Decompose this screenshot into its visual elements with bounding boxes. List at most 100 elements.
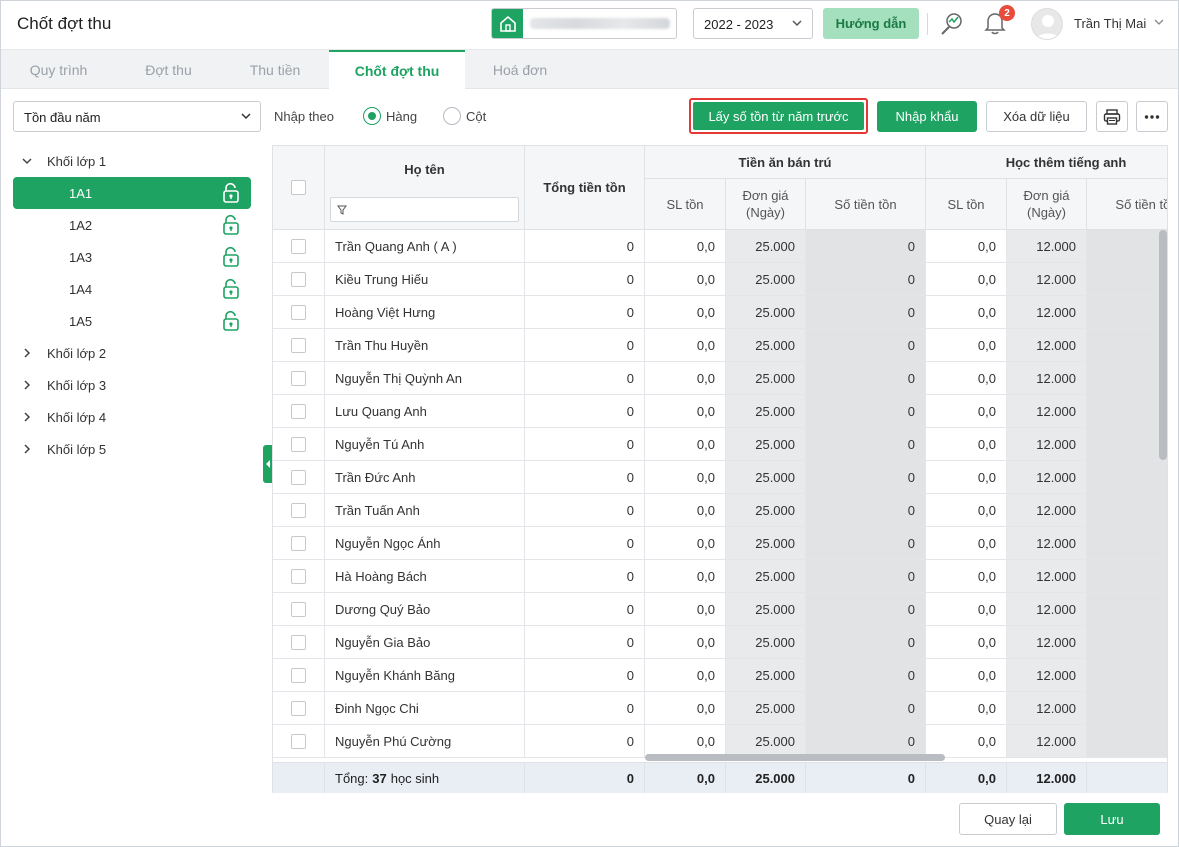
horizontal-scrollbar[interactable] [645, 754, 945, 761]
meal-price-cell: 25.000 [726, 560, 806, 592]
unlock-icon[interactable] [221, 278, 241, 303]
row-checkbox[interactable] [291, 271, 306, 287]
tree-group-grade-4[interactable]: Khối lớp 4 [13, 401, 251, 433]
avatar[interactable] [1031, 8, 1063, 40]
chevron-down-icon[interactable] [17, 155, 37, 167]
chevron-down-icon[interactable] [1153, 16, 1165, 31]
row-checkbox[interactable] [291, 601, 306, 617]
clear-data-button[interactable]: Xóa dữ liệu [986, 101, 1087, 132]
english-qty-cell[interactable]: 0,0 [926, 593, 1007, 625]
english-qty-cell[interactable]: 0,0 [926, 461, 1007, 493]
meal-qty-cell[interactable]: 0,0 [645, 725, 726, 757]
mode-column-label[interactable]: Cột [466, 109, 486, 124]
english-qty-cell[interactable]: 0,0 [926, 527, 1007, 559]
row-checkbox[interactable] [291, 700, 306, 716]
meal-price-cell: 25.000 [726, 263, 806, 295]
row-checkbox[interactable] [291, 436, 306, 452]
english-qty-cell[interactable]: 0,0 [926, 362, 1007, 394]
english-qty-cell[interactable]: 0,0 [926, 395, 1007, 427]
row-checkbox[interactable] [291, 469, 306, 485]
meal-qty-cell[interactable]: 0,0 [645, 626, 726, 658]
meal-qty-cell[interactable]: 0,0 [645, 593, 726, 625]
chevron-right-icon[interactable] [17, 379, 37, 391]
english-qty-cell[interactable]: 0,0 [926, 494, 1007, 526]
mode-column-radio[interactable] [443, 107, 461, 125]
row-checkbox[interactable] [291, 667, 306, 683]
unlock-icon[interactable] [221, 214, 241, 239]
back-button[interactable]: Quay lại [959, 803, 1057, 835]
mode-row-label[interactable]: Hàng [386, 109, 417, 124]
tree-group-grade-3[interactable]: Khối lớp 3 [13, 369, 251, 401]
meal-qty-cell[interactable]: 0,0 [645, 263, 726, 295]
select-all-checkbox[interactable] [291, 180, 306, 195]
row-checkbox[interactable] [291, 403, 306, 419]
print-button[interactable] [1096, 101, 1128, 132]
chevron-right-icon[interactable] [17, 411, 37, 423]
row-checkbox[interactable] [291, 337, 306, 353]
tree-group-grade-5[interactable]: Khối lớp 5 [13, 433, 251, 465]
tree-class-1a4[interactable]: 1A4 [13, 273, 251, 305]
user-name[interactable]: Trần Thị Mai [1074, 16, 1146, 31]
english-qty-cell[interactable]: 0,0 [926, 428, 1007, 460]
table-row: Trần Thu Huyền 0 0,0 25.000 0 0,0 12.000 [273, 329, 1167, 362]
english-qty-cell[interactable]: 0,0 [926, 263, 1007, 295]
english-qty-cell[interactable]: 0,0 [926, 692, 1007, 724]
english-qty-cell[interactable]: 0,0 [926, 560, 1007, 592]
name-filter-input[interactable] [330, 197, 519, 222]
save-button[interactable]: Lưu [1064, 803, 1160, 835]
row-checkbox[interactable] [291, 733, 306, 749]
tree-class-1a2[interactable]: 1A2 [13, 209, 251, 241]
english-price-cell: 12.000 [1007, 362, 1087, 394]
meal-qty-cell[interactable]: 0,0 [645, 527, 726, 559]
prev-year-balance-button[interactable]: Lấy số tồn từ năm trước [693, 102, 864, 130]
chevron-right-icon[interactable] [17, 347, 37, 359]
activity-search-icon[interactable] [939, 10, 965, 39]
meal-qty-cell[interactable]: 0,0 [645, 461, 726, 493]
tab-process[interactable]: Quy trình [1, 50, 116, 89]
row-checkbox[interactable] [291, 568, 306, 584]
meal-qty-cell[interactable]: 0,0 [645, 560, 726, 592]
row-checkbox[interactable] [291, 535, 306, 551]
school-selector[interactable] [491, 8, 677, 39]
row-checkbox[interactable] [291, 502, 306, 518]
row-checkbox[interactable] [291, 304, 306, 320]
meal-qty-cell[interactable]: 0,0 [645, 395, 726, 427]
import-button[interactable]: Nhập khẩu [877, 101, 977, 132]
english-qty-cell[interactable]: 0,0 [926, 296, 1007, 328]
guide-button[interactable]: Hướng dẫn [823, 8, 919, 39]
period-select[interactable]: Tồn đầu năm [13, 101, 261, 132]
meal-qty-cell[interactable]: 0,0 [645, 329, 726, 361]
school-year-select[interactable]: 2022 - 2023 [693, 8, 813, 39]
row-checkbox[interactable] [291, 370, 306, 386]
row-checkbox[interactable] [291, 634, 306, 650]
tree-group-grade-1[interactable]: Khối lớp 1 [13, 145, 251, 177]
tab-invoice[interactable]: Hoá đơn [465, 50, 575, 89]
tab-period[interactable]: Đợt thu [116, 50, 221, 89]
meal-qty-cell[interactable]: 0,0 [645, 659, 726, 691]
english-qty-cell[interactable]: 0,0 [926, 626, 1007, 658]
chevron-right-icon[interactable] [17, 443, 37, 455]
more-options-button[interactable] [1136, 101, 1168, 132]
meal-qty-cell[interactable]: 0,0 [645, 362, 726, 394]
row-checkbox[interactable] [291, 238, 306, 254]
unlock-icon[interactable] [221, 246, 241, 271]
unlock-icon[interactable] [221, 182, 241, 207]
english-qty-cell[interactable]: 0,0 [926, 230, 1007, 262]
meal-qty-cell[interactable]: 0,0 [645, 230, 726, 262]
meal-qty-cell[interactable]: 0,0 [645, 692, 726, 724]
meal-qty-cell[interactable]: 0,0 [645, 296, 726, 328]
unlock-icon[interactable] [221, 310, 241, 335]
tree-class-1a3[interactable]: 1A3 [13, 241, 251, 273]
tab-close-period[interactable]: Chốt đợt thu [329, 50, 465, 90]
english-qty-cell[interactable]: 0,0 [926, 659, 1007, 691]
tree-class-1a5[interactable]: 1A5 [13, 305, 251, 337]
tree-group-grade-2[interactable]: Khối lớp 2 [13, 337, 251, 369]
tree-class-1a1[interactable]: 1A1 [13, 177, 251, 209]
mode-row-radio[interactable] [363, 107, 381, 125]
meal-qty-cell[interactable]: 0,0 [645, 494, 726, 526]
vertical-scrollbar[interactable] [1159, 230, 1167, 460]
english-qty-cell[interactable]: 0,0 [926, 329, 1007, 361]
meal-qty-cell[interactable]: 0,0 [645, 428, 726, 460]
english-qty-cell[interactable]: 0,0 [926, 725, 1007, 757]
tab-collect[interactable]: Thu tiền [221, 50, 329, 89]
